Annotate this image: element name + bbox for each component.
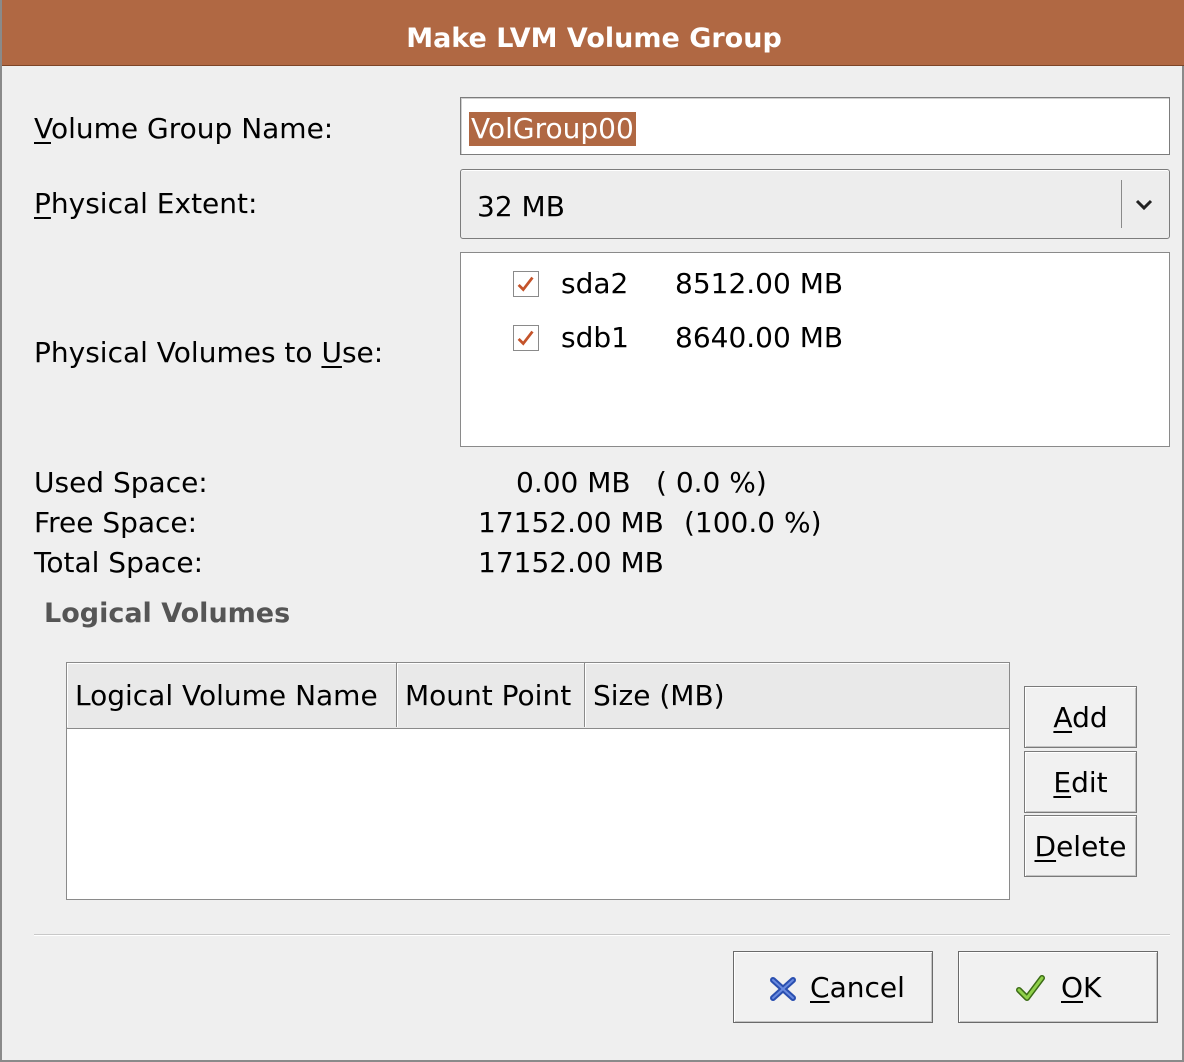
combo-separator — [1121, 180, 1122, 228]
free-space-percent: (100.0 %) — [684, 506, 822, 539]
pv-checkbox-sdb1[interactable] — [513, 325, 539, 351]
total-space-value: 17152.00 MB — [478, 546, 664, 579]
physical-volumes-list[interactable]: sda2 8512.00 MB sdb1 8640.00 MB — [460, 252, 1170, 447]
ok-label: OK — [1061, 971, 1102, 1004]
physical-extent-label: Physical Extent: — [34, 187, 258, 220]
physical-extent-combo[interactable]: 32 MB — [460, 169, 1170, 239]
pv-row-sdb1[interactable]: sdb1 8640.00 MB — [461, 319, 1169, 359]
edit-button[interactable]: Edit — [1024, 751, 1137, 813]
cancel-button[interactable]: Cancel — [733, 951, 933, 1023]
delete-button[interactable]: Delete — [1024, 815, 1137, 877]
chevron-down-icon[interactable] — [1131, 192, 1157, 218]
action-separator — [34, 934, 1170, 936]
cancel-x-icon — [770, 977, 796, 1001]
physical-volumes-label: Physical Volumes to Use: — [34, 336, 384, 369]
free-space-value: 17152.00 MB — [478, 506, 664, 539]
physical-extent-value: 32 MB — [477, 190, 565, 223]
column-header-size[interactable]: Size (MB) — [585, 663, 1009, 727]
vg-name-selected-text: VolGroup00 — [469, 112, 636, 146]
checkmark-icon — [517, 276, 534, 292]
total-space-label: Total Space: — [34, 546, 204, 579]
cancel-label: Cancel — [810, 971, 905, 1004]
add-button[interactable]: Add — [1024, 686, 1137, 748]
logical-volumes-table[interactable]: Logical Volume Name Mount Point Size (MB… — [66, 662, 1010, 900]
logical-volumes-frame-title: Logical Volumes — [44, 598, 291, 629]
pv-row-sda2[interactable]: sda2 8512.00 MB — [461, 265, 1169, 305]
column-header-lv-name[interactable]: Logical Volume Name — [67, 663, 397, 727]
vg-name-input[interactable]: VolGroup00 — [460, 97, 1170, 155]
table-header: Logical Volume Name Mount Point Size (MB… — [67, 663, 1009, 729]
free-space-label: Free Space: — [34, 506, 198, 539]
checkmark-icon — [517, 330, 534, 346]
pv-checkbox-sda2[interactable] — [513, 271, 539, 297]
dialog-title: Make LVM Volume Group — [406, 23, 782, 54]
used-space-percent: ( 0.0 %) — [656, 466, 767, 499]
dialog-titlebar[interactable]: Make LVM Volume Group — [2, 0, 1184, 66]
used-space-label: Used Space: — [34, 466, 208, 499]
used-space-value: 0.00 MB — [516, 466, 631, 499]
column-header-mount-point[interactable]: Mount Point — [397, 663, 585, 727]
ok-button[interactable]: OK — [958, 951, 1158, 1023]
pv-name: sdb1 — [561, 321, 629, 354]
pv-size: 8640.00 MB — [675, 321, 844, 354]
vg-name-label: Volume Group Name: — [34, 112, 334, 145]
make-lvm-volume-group-dialog: Make LVM Volume Group Volume Group Name:… — [0, 0, 1184, 1062]
pv-size: 8512.00 MB — [675, 267, 844, 300]
pv-name: sda2 — [561, 267, 629, 300]
ok-check-icon — [1016, 975, 1045, 1001]
